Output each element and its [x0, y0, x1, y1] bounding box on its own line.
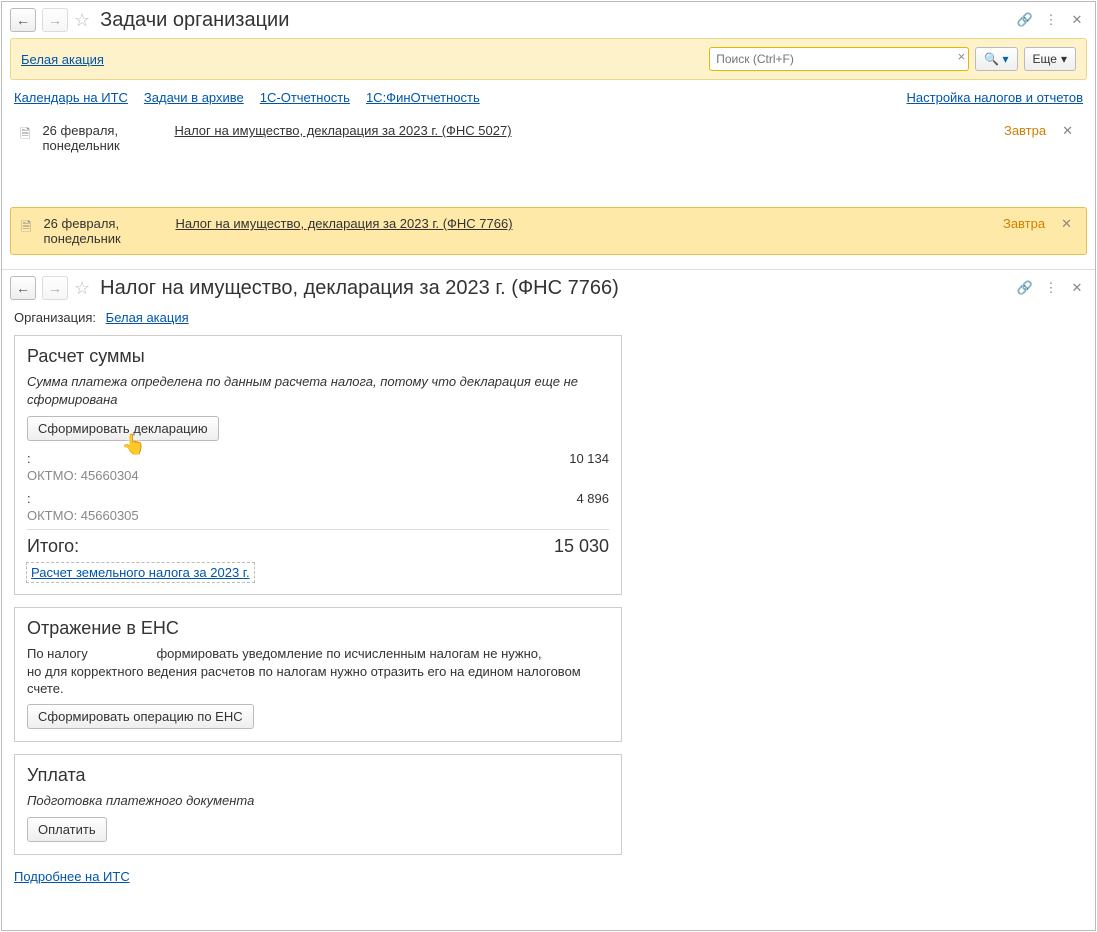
- total-value: 15 030: [554, 536, 609, 557]
- calc-value: 4 896: [576, 491, 609, 506]
- calc-row: : 4 896: [27, 489, 609, 508]
- form-declaration-button[interactable]: Сформировать декларацию: [27, 416, 219, 441]
- search-button[interactable]: 🔍 ▾: [975, 47, 1017, 71]
- task-link[interactable]: Налог на имущество, декларация за 2023 г…: [174, 123, 992, 138]
- task-date: 26 февраля, понедельник: [43, 216, 163, 246]
- task-close-icon[interactable]: ✕: [1057, 216, 1076, 232]
- total-row: Итого: 15 030: [27, 529, 609, 557]
- link-icon[interactable]: 🔗: [1015, 278, 1035, 298]
- form-ens-button[interactable]: Сформировать операцию по ЕНС: [27, 704, 254, 729]
- calc-heading: Расчет суммы: [27, 346, 609, 367]
- ens-card: Отражение в ЕНС По налогу формировать ув…: [14, 607, 622, 742]
- task-row[interactable]: 🗎 26 февраля, понедельник Налог на имуще…: [10, 115, 1087, 161]
- ens-text: По налогу формировать уведомление по исч…: [27, 645, 609, 698]
- favorite-star-icon[interactable]: ☆: [74, 278, 90, 299]
- linkbar-calendar[interactable]: Календарь на ИТС: [14, 90, 128, 105]
- linkbar-1c-report[interactable]: 1С-Отчетность: [260, 90, 350, 105]
- detail-nav-back-button[interactable]: ←: [10, 276, 36, 300]
- oktmo: ОКТМО: 45660304: [27, 468, 609, 483]
- more-vert-icon[interactable]: ⋮: [1041, 10, 1061, 30]
- search-input[interactable]: [709, 47, 969, 71]
- land-tax-calc-link[interactable]: Расчет земельного налога за 2023 г.: [27, 563, 254, 582]
- pay-button[interactable]: Оплатить: [27, 817, 107, 842]
- org-link[interactable]: Белая акация: [106, 310, 189, 325]
- close-icon[interactable]: ✕: [1067, 10, 1087, 30]
- more-vert-icon[interactable]: ⋮: [1041, 278, 1061, 298]
- org-label: Организация:: [14, 310, 96, 325]
- calc-row: : 10 134: [27, 449, 609, 468]
- task-status: Завтра: [1004, 123, 1046, 138]
- org-row: Организация: Белая акация: [2, 306, 1095, 329]
- link-icon[interactable]: 🔗: [1015, 10, 1035, 30]
- file-icon: 🗎: [20, 125, 30, 147]
- page-title: Задачи организации: [100, 9, 289, 32]
- linkbar: Календарь на ИТС Задачи в архиве 1С-Отче…: [2, 80, 1095, 115]
- favorite-star-icon[interactable]: ☆: [74, 10, 90, 31]
- nav-back-button[interactable]: ←: [10, 8, 36, 32]
- detail-nav-forward-button[interactable]: →: [42, 276, 68, 300]
- search-clear-icon[interactable]: ×: [958, 49, 966, 64]
- pay-desc: Подготовка платежного документа: [27, 792, 609, 810]
- calc-desc: Сумма платежа определена по данным расче…: [27, 373, 609, 408]
- task-link[interactable]: Налог на имущество, декларация за 2023 г…: [175, 216, 991, 231]
- task-status: Завтра: [1003, 216, 1045, 231]
- ens-heading: Отражение в ЕНС: [27, 618, 609, 639]
- calc-card: Расчет суммы Сумма платежа определена по…: [14, 335, 622, 595]
- linkbar-archive[interactable]: Задачи в архиве: [144, 90, 244, 105]
- linkbar-settings[interactable]: Настройка налогов и отчетов: [907, 90, 1083, 105]
- nav-forward-button[interactable]: →: [42, 8, 68, 32]
- org-link[interactable]: Белая акация: [21, 52, 104, 67]
- footer-its-link[interactable]: Подробнее на ИТС: [14, 869, 130, 884]
- org-bar: Белая акация × 🔍 ▾ Еще ▾: [10, 38, 1087, 80]
- close-icon[interactable]: ✕: [1067, 278, 1087, 298]
- pay-heading: Уплата: [27, 765, 609, 786]
- file-icon: 🗎: [21, 218, 31, 240]
- linkbar-1c-fin[interactable]: 1С:ФинОтчетность: [366, 90, 480, 105]
- task-date: 26 февраля, понедельник: [42, 123, 162, 153]
- pay-card: Уплата Подготовка платежного документа О…: [14, 754, 622, 856]
- oktmo: ОКТМО: 45660305: [27, 508, 609, 523]
- task-row[interactable]: 🗎 26 февраля, понедельник Налог на имуще…: [10, 207, 1087, 255]
- calc-value: 10 134: [569, 451, 609, 466]
- task-close-icon[interactable]: ✕: [1058, 123, 1077, 139]
- total-label: Итого:: [27, 536, 79, 557]
- detail-title: Налог на имущество, декларация за 2023 г…: [100, 277, 619, 300]
- more-button[interactable]: Еще ▾: [1024, 47, 1076, 71]
